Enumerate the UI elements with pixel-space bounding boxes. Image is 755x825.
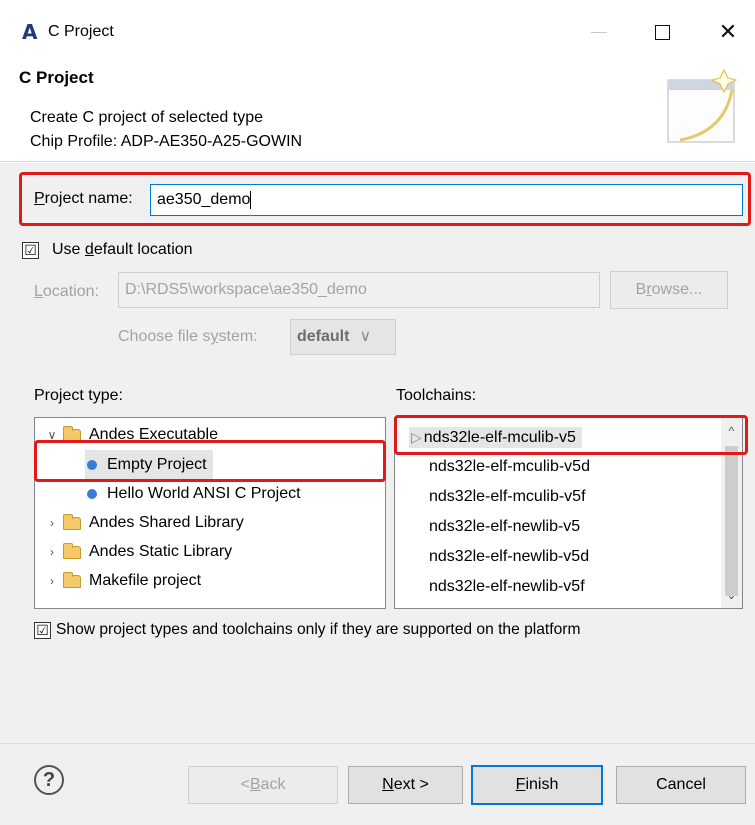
scrollbar-thumb[interactable]	[725, 446, 738, 596]
minimize-icon	[591, 31, 607, 33]
selection-arrow-icon: ▷	[411, 429, 422, 445]
wizard-header: C Project Create C project of selected t…	[0, 62, 755, 162]
project-name-label: Project name:	[34, 190, 133, 207]
window-title: C Project	[48, 23, 114, 40]
toolchains-scrollbar[interactable]: ^ ⌄	[721, 418, 742, 608]
folder-icon	[63, 571, 81, 588]
tree-item-andes-static-library[interactable]: › Andes Static Library	[45, 537, 232, 567]
tree-item-andes-shared-library[interactable]: › Andes Shared Library	[45, 508, 244, 538]
browse-button[interactable]: Br owse...	[610, 271, 728, 309]
toolchain-item[interactable]: nds32le-elf-mculib-v5d	[395, 452, 590, 482]
supported-only-label: Show project types and toolchains only i…	[56, 621, 581, 638]
folder-icon	[63, 425, 81, 442]
chevron-down-icon: ∨	[359, 328, 372, 345]
tree-item-hello-world[interactable]: Hello World ANSI C Project	[87, 479, 301, 509]
project-type-tree[interactable]: ∨ Andes Executable Empty Project Hello W…	[34, 417, 386, 609]
cancel-button[interactable]: Cancel	[616, 766, 746, 804]
toolchains-label: Toolchains:	[396, 387, 477, 404]
project-template-icon	[87, 460, 97, 470]
location-label: Location:	[34, 283, 99, 300]
chip-profile-text: Chip Profile: ADP-AE350-A25-GOWIN	[30, 133, 303, 150]
location-input[interactable]: D:\RDS5\workspace\ae350_demo	[118, 272, 600, 308]
toolchain-item[interactable]: nds32le-elf-newlib-v5	[395, 512, 580, 542]
use-default-location-label: Use default location	[52, 241, 193, 258]
project-template-icon	[87, 489, 97, 499]
toolchain-item[interactable]: nds32le-elf-newlib-v5f	[395, 572, 585, 602]
file-system-value: default	[297, 328, 350, 345]
next-button[interactable]: Next >	[348, 766, 463, 804]
use-default-location-checkbox[interactable]: ☑	[22, 242, 39, 259]
tree-item-andes-executable[interactable]: ∨ Andes Executable	[45, 420, 218, 450]
maximize-icon	[654, 24, 670, 40]
chevron-right-icon: ›	[50, 516, 54, 530]
folder-icon	[63, 542, 81, 559]
back-button[interactable]: < Back	[188, 766, 338, 804]
chevron-right-icon: ›	[50, 545, 54, 559]
project-type-label: Project type:	[34, 387, 123, 404]
chevron-right-icon: ›	[50, 574, 54, 588]
wizard-banner-icon	[667, 68, 738, 143]
page-title: C Project	[19, 68, 94, 87]
tree-item-empty-project[interactable]: Empty Project	[85, 450, 213, 480]
toolchain-item[interactable]: ▷ nds32le-elf-mculib-v5	[395, 422, 582, 452]
close-icon: ✕	[718, 19, 738, 44]
description-line: Create C project of selected type	[30, 109, 264, 126]
footer-separator	[0, 743, 755, 744]
scroll-up-icon[interactable]: ^	[721, 420, 742, 442]
close-button[interactable]: ✕	[705, 10, 751, 54]
project-name-input[interactable]: ae350_demo	[150, 184, 743, 216]
toolchain-item[interactable]: nds32le-elf-newlib-v5d	[395, 542, 589, 572]
file-system-select[interactable]: default ∨	[290, 319, 396, 355]
page-description: Create C project of selected type Chip P…	[30, 106, 302, 154]
chevron-down-icon: ∨	[47, 428, 57, 442]
file-system-label: Choose file system:	[118, 328, 258, 345]
scroll-down-icon[interactable]: ⌄	[721, 584, 742, 606]
app-logo-icon: A	[22, 20, 38, 44]
folder-icon	[63, 513, 81, 530]
toolchains-list[interactable]: ▷ nds32le-elf-mculib-v5 nds32le-elf-mculi…	[394, 417, 743, 609]
wizard-content: Project name: ae350_demo ☑ Use default l…	[0, 163, 755, 825]
tree-item-makefile-project[interactable]: › Makefile project	[45, 566, 201, 596]
minimize-button[interactable]	[576, 10, 622, 54]
toolchain-item[interactable]: nds32le-elf-mculib-v5f	[395, 482, 586, 512]
help-icon[interactable]: ?	[34, 765, 64, 795]
title-bar: A C Project ✕	[0, 0, 755, 62]
maximize-button[interactable]	[639, 10, 685, 54]
supported-only-checkbox[interactable]: ☑	[34, 622, 51, 639]
finish-button[interactable]: Finish	[471, 765, 603, 805]
